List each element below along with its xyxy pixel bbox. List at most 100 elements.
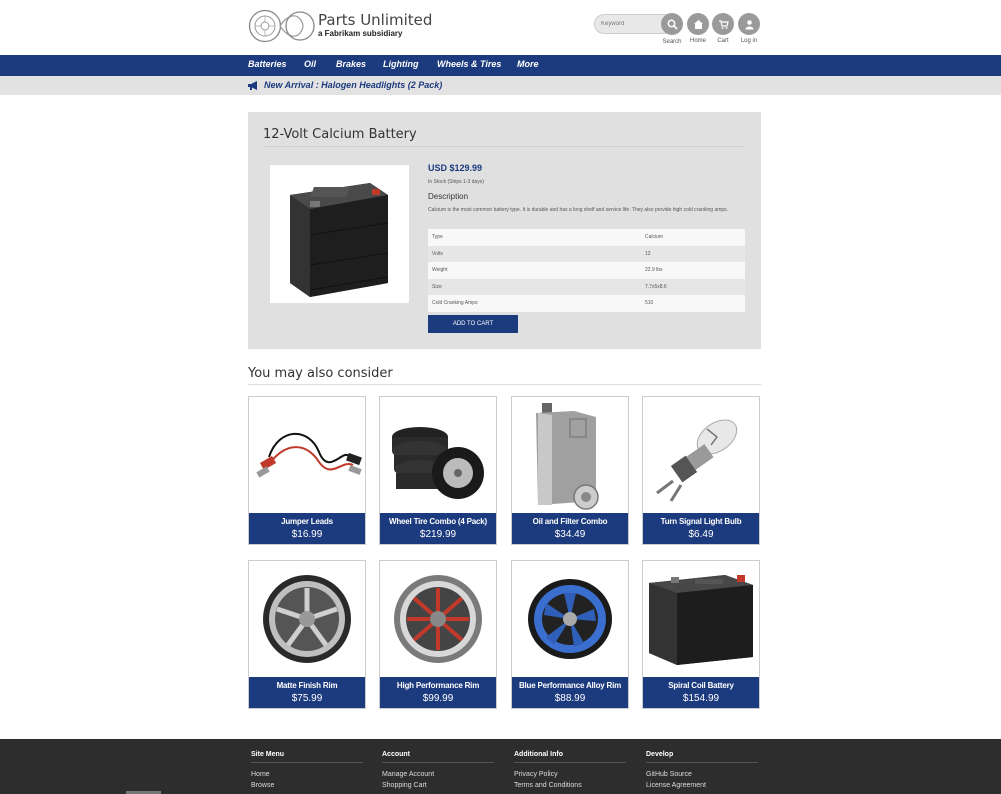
user-icon [745, 19, 753, 29]
footer-divider [646, 762, 758, 763]
brand-title[interactable]: Parts Unlimited [318, 11, 432, 29]
product-card-price: $154.99 [682, 693, 720, 704]
product-price: USD $129.99 [428, 163, 483, 173]
nav-item-oil[interactable]: Oil [304, 59, 316, 69]
product-card-name[interactable]: Turn Signal Light Bulb [643, 517, 759, 526]
home-button[interactable] [687, 13, 709, 35]
product-title: 12-Volt Calcium Battery [263, 127, 417, 142]
product-card-footer: Oil and Filter Combo $34.49 [512, 513, 628, 544]
product-card-footer: Blue Performance Alloy Rim $88.99 [512, 677, 628, 708]
stock-status: In Stock (Ships 1-3 days) [428, 179, 484, 185]
spec-row: Cold Cranking Amps 510 [428, 295, 745, 312]
spec-table: Type Calcium Volts 12 Weight 22.9 lbs Size 7… [428, 229, 745, 312]
footer-link-license[interactable]: License Agreement [646, 780, 758, 791]
login-button[interactable] [738, 13, 760, 35]
nav-item-brakes[interactable]: Brakes [336, 59, 366, 69]
site-header: Parts Unlimited a Fabrikam subsidiary Se… [0, 0, 1001, 55]
spec-label: Volts [432, 250, 443, 257]
announcement-bar: New Arrival : Halogen Headlights (2 Pack… [0, 76, 1001, 95]
spec-label: Type [432, 234, 443, 241]
announcement-link[interactable]: New Arrival : Halogen Headlights (2 Pack… [264, 80, 442, 90]
cart-button[interactable] [712, 13, 734, 35]
home-icon [693, 19, 703, 29]
spec-row: Weight 22.9 lbs [428, 262, 745, 279]
add-to-cart-button[interactable]: ADD TO CART [428, 315, 518, 333]
description-text: Calcium is the most common battery type.… [428, 207, 729, 213]
nav-item-lighting[interactable]: Lighting [383, 59, 419, 69]
oil-can-image [536, 403, 599, 510]
product-card[interactable]: Blue Performance Alloy Rim $88.99 [511, 560, 629, 709]
product-card-name[interactable]: Oil and Filter Combo [512, 517, 628, 526]
recommendations-divider [248, 384, 761, 385]
footer-link-browse[interactable]: Browse [251, 780, 363, 791]
footer-link-manage-account[interactable]: Manage Account [382, 769, 494, 780]
product-card-footer: Spiral Coil Battery $154.99 [643, 677, 759, 708]
footer-column-additional-info: Additional Info Privacy Policy Terms and… [514, 751, 626, 791]
nav-item-more[interactable]: More [517, 59, 539, 69]
product-card[interactable]: Matte Finish Rim $75.99 [248, 560, 366, 709]
product-card-name[interactable]: Jumper Leads [249, 517, 365, 526]
footer-link-privacy-policy[interactable]: Privacy Policy [514, 769, 626, 780]
product-card[interactable]: Jumper Leads $16.99 [248, 396, 366, 545]
spec-value: 510 [645, 300, 654, 307]
footer-link-terms[interactable]: Terms and Conditions [514, 780, 626, 791]
parts-unlimited-logo[interactable] [248, 9, 316, 43]
spec-value: 7.7x5x8.6 [645, 283, 667, 290]
recommendations-title: You may also consider [248, 366, 393, 381]
product-card-price: $88.99 [554, 693, 586, 704]
product-card-footer: Turn Signal Light Bulb $6.49 [643, 513, 759, 544]
footer-link-shopping-cart[interactable]: Shopping Cart [382, 780, 494, 791]
product-card[interactable]: Oil and Filter Combo $34.49 [511, 396, 629, 545]
cart-icon [718, 19, 729, 29]
product-card[interactable]: Wheel Tire Combo (4 Pack) $219.99 [379, 396, 497, 545]
product-card-name[interactable]: Blue Performance Alloy Rim [512, 681, 628, 690]
battery-image [290, 183, 389, 297]
product-detail-panel: 12-Volt Calcium Battery USD $129.99 In S… [248, 112, 761, 349]
login-label: Log in [740, 38, 758, 44]
blue-rim-image [528, 579, 612, 659]
matte-rim-image [263, 575, 351, 663]
nav-item-wheels-tires[interactable]: Wheels & Tires [437, 59, 501, 69]
product-card-footer: Jumper Leads $16.99 [249, 513, 365, 544]
footer-column-develop: Develop GitHub Source License Agreement [646, 751, 758, 791]
spec-row: Volts 12 [428, 245, 745, 262]
product-card[interactable]: Turn Signal Light Bulb $6.49 [642, 396, 760, 545]
product-card-price: $16.99 [291, 529, 323, 540]
red-rim-image [394, 575, 482, 663]
product-card-price: $219.99 [419, 529, 457, 540]
spec-row: Size 7.7x5x8.6 [428, 278, 745, 295]
product-card[interactable]: High Performance Rim $99.99 [379, 560, 497, 709]
spec-row: Type Calcium [428, 229, 745, 246]
coil-battery-image [649, 575, 753, 665]
spec-value: 22.9 lbs [645, 267, 663, 274]
megaphone-icon [248, 81, 257, 90]
light-bulb-image [656, 419, 738, 502]
spec-label: Cold Cranking Amps [432, 300, 478, 307]
description-heading: Description [428, 192, 469, 201]
product-card-name[interactable]: Matte Finish Rim [249, 681, 365, 690]
footer-heading: Site Menu [251, 751, 285, 758]
product-card-name[interactable]: Wheel Tire Combo (4 Pack) [380, 517, 496, 526]
footer-heading: Develop [646, 751, 674, 758]
site-footer: Site Menu Home Browse Account Manage Acc… [0, 739, 1001, 794]
footer-link-home[interactable]: Home [251, 769, 363, 780]
product-card-price: $6.49 [688, 529, 714, 540]
product-card-name[interactable]: High Performance Rim [380, 681, 496, 690]
footer-divider [382, 762, 494, 763]
product-card-footer: Wheel Tire Combo (4 Pack) $219.99 [380, 513, 496, 544]
spec-value: Calcium [645, 234, 664, 241]
tires-image [392, 427, 484, 499]
search-button[interactable] [661, 13, 683, 35]
product-card-price: $75.99 [291, 693, 323, 704]
product-image [270, 165, 409, 303]
footer-heading: Additional Info [514, 751, 563, 758]
category-nav: Batteries Oil Brakes Lighting Wheels & T… [0, 55, 1001, 76]
product-card-name[interactable]: Spiral Coil Battery [643, 681, 759, 690]
product-card[interactable]: Spiral Coil Battery $154.99 [642, 560, 760, 709]
nav-item-batteries[interactable]: Batteries [248, 59, 287, 69]
product-card-price: $34.49 [554, 529, 586, 540]
footer-link-github-source[interactable]: GitHub Source [646, 769, 758, 780]
product-card-footer: Matte Finish Rim $75.99 [249, 677, 365, 708]
spec-label: Size [432, 283, 442, 290]
product-card-footer: High Performance Rim $99.99 [380, 677, 496, 708]
